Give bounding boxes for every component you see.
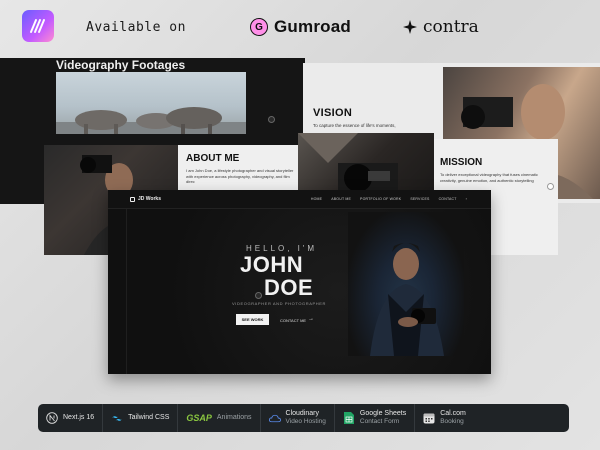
stack-sublabel: Video Hosting [285,418,326,425]
hero-grid-line [126,209,127,374]
mission-title: MISSION [440,157,483,168]
about-title: ABOUT ME [186,153,240,164]
about-text: I am John Doe, a lifestyle photographer … [186,168,294,184]
gsap-icon: GSAP [186,413,212,423]
hero-logo-text: JD Works [138,196,161,202]
stack-label: Next.js 16 [63,414,95,421]
stack-sublabel: Booking [440,418,464,425]
elephants-illustration [56,107,246,134]
hero-preview-window: JD Works HOME ABOUT ME PORTFOLIO OF WORK… [108,190,491,374]
portrait-photo [348,212,464,356]
stack-item-cloudinary: Cloudinary Video Hosting [261,404,335,432]
hero-role: VIDEOGRAPHER AND PHOTOGRAPHER [232,301,327,306]
stack-item-google-sheets: Google Sheets Contact Form [335,404,416,432]
footage-title: Videography Footages [56,58,186,72]
stack-item-tailwind: Tailwind CSS [103,404,179,432]
vision-text: To capture the essence of life's moments… [313,123,396,128]
nav-item-portfolio[interactable]: PORTFOLIO OF WORK [360,197,401,201]
nav-item-contact[interactable]: CONTACT [439,197,457,201]
hero-menu: HOME ABOUT ME PORTFOLIO OF WORK SERVICES… [311,197,467,201]
nav-item-services[interactable]: SERVICES [410,197,429,201]
stack-item-gsap: GSAP Animations [178,404,261,432]
stack-item-nextjs: Next.js 16 [38,404,104,432]
hero-logo[interactable]: JD Works [130,196,161,202]
stack-item-calcom: Cal.com Booking [415,404,474,432]
contact-me-link[interactable]: CONTACT ME [280,318,306,323]
contra-star-icon [403,20,417,34]
stack-label: Tailwind CSS [128,414,170,421]
scroll-indicator-icon[interactable] [268,116,275,123]
cloudinary-icon [268,412,281,424]
stack-sublabel: Contact Form [359,418,400,425]
calendar-icon [423,412,435,424]
stack-label: Animations [216,414,252,421]
nav-item-about[interactable]: ABOUT ME [331,197,351,201]
contact-arrow-icon: → [308,316,314,322]
gumroad-icon: G [250,18,268,36]
hero-navbar: JD Works HOME ABOUT ME PORTFOLIO OF WORK… [108,190,491,209]
brand-logo-icon [22,10,54,42]
nav-item-home[interactable]: HOME [311,197,322,201]
close-icon[interactable] [547,183,554,190]
gumroad-label: Gumroad [274,17,351,36]
vision-title: VISION [313,107,353,119]
hero-cursor-icon [255,292,262,299]
available-on-label: Available on [86,20,186,35]
see-work-button[interactable]: SEE WORK [236,314,269,325]
logo-mark-icon [130,196,135,202]
contra-label: contra [423,17,479,37]
mission-text: To deliver exceptional videography that … [440,172,538,183]
gumroad-link[interactable]: G Gumroad [250,17,351,37]
top-bar: Available on G Gumroad contra [0,0,600,56]
stack-label: Cloudinary [285,410,319,417]
google-sheets-icon [343,412,355,424]
hero-last-name: DOE [264,275,314,300]
tech-stack-bar: Next.js 16 Tailwind CSS GSAP Animations … [38,404,569,432]
tailwind-icon [111,412,123,424]
nav-arrow-icon[interactable]: › [466,197,467,201]
nextjs-icon [46,412,58,424]
stack-label: Cal.com [440,410,466,417]
stack-label: Google Sheets [359,410,407,417]
contra-link[interactable]: contra [403,17,479,37]
